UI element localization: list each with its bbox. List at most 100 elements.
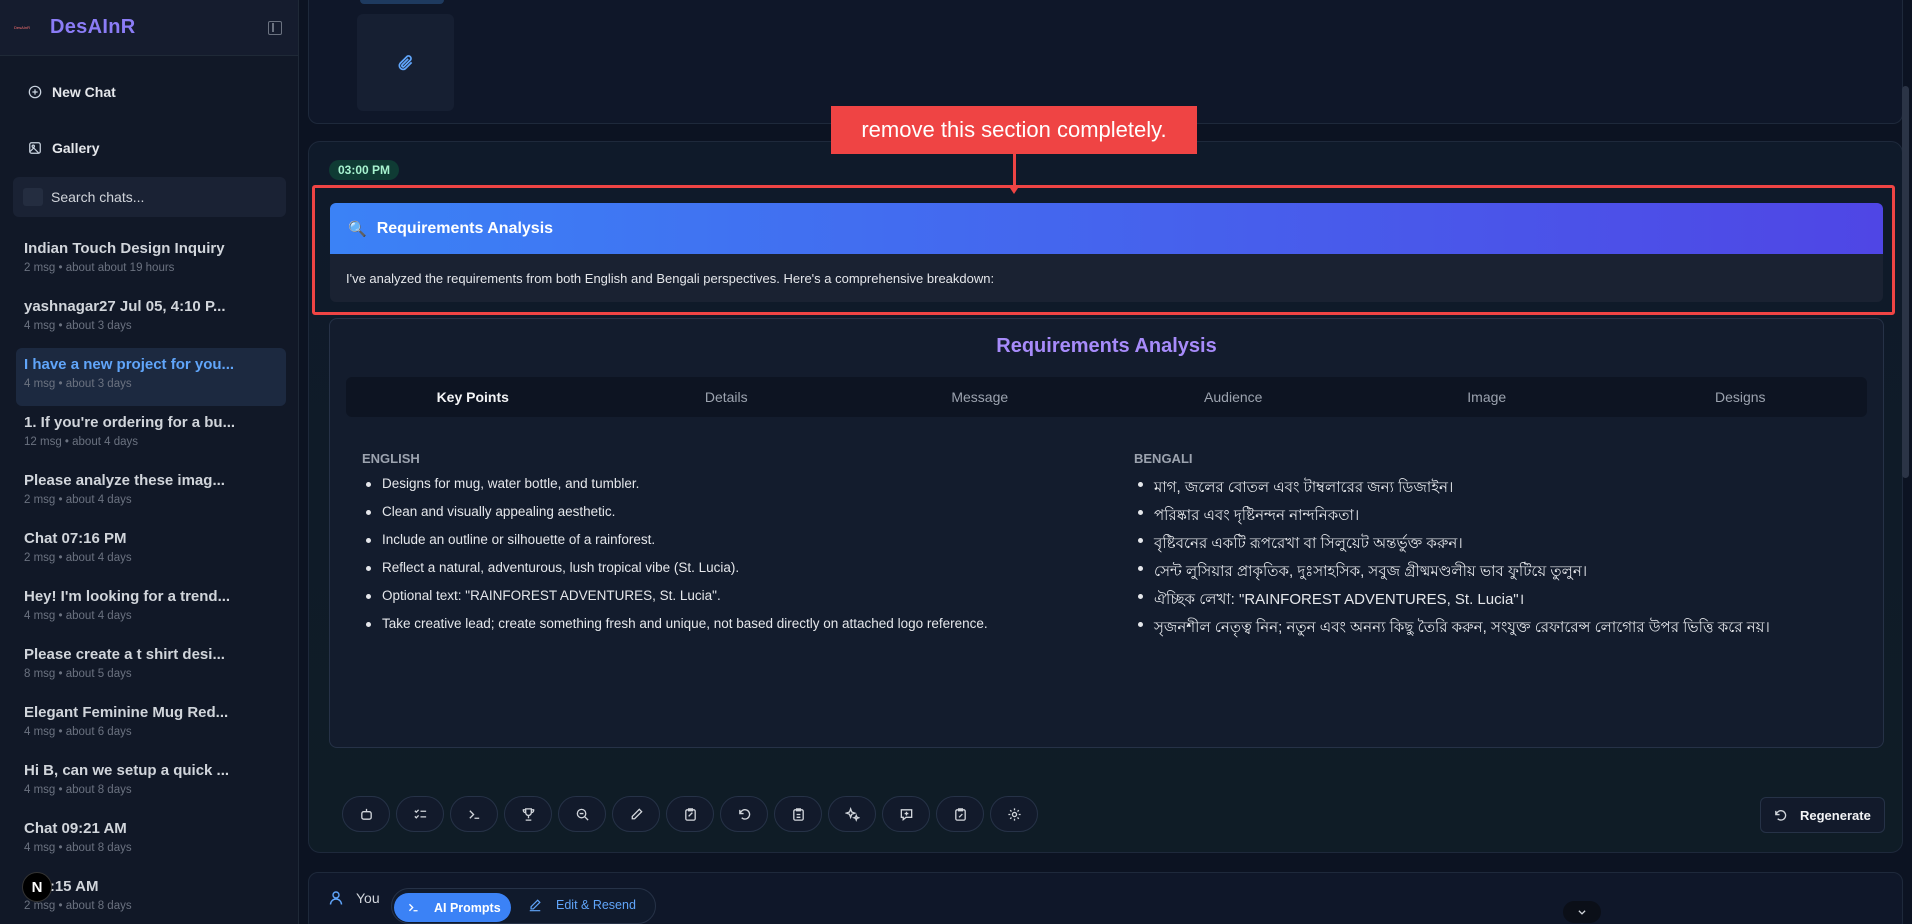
terminal-icon[interactable] [450,796,498,832]
search-input[interactable]: Search chats... [13,177,286,217]
scroll-down-button[interactable] [1563,901,1601,923]
bengali-column: BENGALI মাগ, জলের বোতল এবং টাম্বলারের জন… [1134,451,1770,644]
list-item: Clean and visually appealing aesthetic. [362,504,988,532]
edit-resend-button[interactable]: Edit & Resend [528,898,636,912]
terminal-icon [408,903,418,912]
chat-title: Chat 07:16 PM [24,530,127,547]
paperclip-icon [398,54,412,70]
undo-icon[interactable] [720,796,768,832]
tab-audience[interactable]: Audience [1107,377,1361,417]
chat-list-item[interactable]: Elegant Feminine Mug Red... 4 msg • about… [16,696,286,754]
list-item: পরিষ্কার এবং দৃষ্টিনন্দন নান্দনিকতা। [1134,504,1770,532]
refresh-icon [1775,809,1787,821]
ai-prompts-label: AI Prompts [434,900,501,915]
list-item: সৃজনশীল নেতৃত্ব নিন; নতুন এবং অনন্য কিছু… [1134,616,1770,644]
bot-icon[interactable] [342,796,390,832]
chat-title: Please create a t shirt desi... [24,646,225,663]
regenerate-button[interactable]: Regenerate [1760,797,1885,833]
clipboard-icon[interactable] [774,796,822,832]
you-text: You [356,890,380,906]
list-item: সেন্ট লুসিয়ার প্রাকৃতিক, দুঃসাহসিক, সবু… [1134,560,1770,588]
analysis-panel: Requirements Analysis Key Points Details M… [329,318,1884,748]
user-icon [329,891,343,905]
chat-meta: 4 msg • about 4 days [24,610,132,622]
chat-list-item[interactable]: Hi B, can we setup a quick ... 4 msg • ab… [16,754,286,812]
chat-list-item[interactable]: t 09:15 AM 2 msg • about 8 days [16,870,286,924]
time-badge: 03:00 PM [329,160,400,180]
chat-list-item[interactable]: Indian Touch Design Inquiry 2 msg • about… [16,232,286,290]
tab-details[interactable]: Details [600,377,854,417]
list-item: Include an outline or silhouette of a ra… [362,532,988,560]
chat-list-item[interactable]: Please analyze these imag... 2 msg • abou… [16,464,286,522]
gallery-button[interactable]: Gallery [28,140,99,156]
edit-resend-label: Edit & Resend [556,898,636,912]
analysis-title: Requirements Analysis [996,335,1217,357]
chat-meta: 4 msg • about 3 days [24,320,132,332]
list-item: মাগ, জলের বোতল এবং টাম্বলারের জন্য ডিজাই… [1134,476,1770,504]
scrollbar[interactable] [1902,86,1909,478]
list-item: Optional text: "RAINFOREST ADVENTURES, S… [362,588,988,616]
pen-icon[interactable] [612,796,660,832]
new-chat-button[interactable]: New Chat [28,84,116,100]
chat-title: Hi B, can we setup a quick ... [24,762,230,779]
chat-list-item[interactable]: Chat 09:21 AM 4 msg • about 8 days [16,812,286,870]
chevron-down-icon [1578,910,1586,915]
brand-logo-text: DesAInR [14,25,31,30]
bengali-heading: BENGALI [1134,451,1193,466]
sidebar-collapse-icon[interactable] [268,20,282,35]
sidebar: DesAInR DesAInR New Chat Gallery Search … [0,0,299,924]
user-label: You [328,890,380,906]
chat-list: Indian Touch Design Inquiry 2 msg • about… [16,232,286,924]
chat-title: Indian Touch Design Inquiry [24,240,225,257]
chat-list-item[interactable]: I have a new project for you... 4 msg • a… [16,348,286,406]
chat-title: yashnagar27 Jul 05, 4:10 P... [24,298,226,315]
chat-list-item[interactable]: Hey! I'm looking for a trend... 4 msg • a… [16,580,286,638]
chat-title: Chat 09:21 AM [24,820,127,837]
regenerate-label: Regenerate [1800,807,1871,823]
list-item: Reflect a natural, adventurous, lush tro… [362,560,988,588]
tab-key-points[interactable]: Key Points [346,377,600,417]
chat-list-item[interactable]: yashnagar27 Jul 05, 4:10 P... 4 msg • abo… [16,290,286,348]
attachment-chip [360,0,444,4]
clipboard-pen-icon[interactable] [936,796,984,832]
tab-image[interactable]: Image [1360,377,1614,417]
n-badge[interactable]: N [22,872,52,902]
zoom-out-icon[interactable] [558,796,606,832]
ai-prompts-button[interactable]: AI Prompts [394,893,511,922]
chat-list-item[interactable]: Please create a t shirt desi... 8 msg • a… [16,638,286,696]
brand-logo: DesAInR [14,22,36,34]
brand-name: DesAInR [50,16,136,38]
chat-meta: 4 msg • about 3 days [24,378,132,390]
sparkles-icon[interactable] [828,796,876,832]
brand-bar: DesAInR DesAInR [0,0,298,56]
list-item: Take creative lead; create something fre… [362,616,988,644]
annotation-box [312,185,1895,315]
search-icon [23,188,43,206]
action-toolbar [342,796,1038,832]
checklist-icon[interactable] [396,796,444,832]
tab-message[interactable]: Message [853,377,1107,417]
chat-title: Please analyze these imag... [24,472,225,489]
settings-icon[interactable] [990,796,1038,832]
search-placeholder: Search chats... [51,189,145,205]
chat-meta: 4 msg • about 6 days [24,726,132,738]
chat-title: Hey! I'm looking for a trend... [24,588,231,605]
gallery-label: Gallery [52,140,100,156]
chat-meta: 12 msg • about 4 days [24,436,138,448]
chat-meta: 2 msg • about 8 days [24,900,132,912]
tab-designs[interactable]: Designs [1614,377,1868,417]
plus-circle-icon [28,85,42,99]
chat-list-item[interactable]: 1. If you're ordering for a bu... 12 msg … [16,406,286,464]
english-heading: ENGLISH [362,451,420,466]
message-plus-icon[interactable] [882,796,930,832]
clipboard-edit-icon[interactable] [666,796,714,832]
trophy-icon[interactable] [504,796,552,832]
chat-list-item[interactable]: Chat 07:16 PM 2 msg • about 4 days [16,522,286,580]
chat-title: I have a new project for you... [24,356,235,373]
list-item: Designs for mug, water bottle, and tumbl… [362,476,988,504]
chat-meta: 2 msg • about 4 days [24,552,132,564]
list-item: বৃষ্টিবনের একটি রূপরেখা বা সিলুয়েট অন্ত… [1134,532,1770,560]
chat-meta: 2 msg • about 4 days [24,494,132,506]
attachment-box[interactable] [357,14,454,111]
image-icon [29,142,41,154]
